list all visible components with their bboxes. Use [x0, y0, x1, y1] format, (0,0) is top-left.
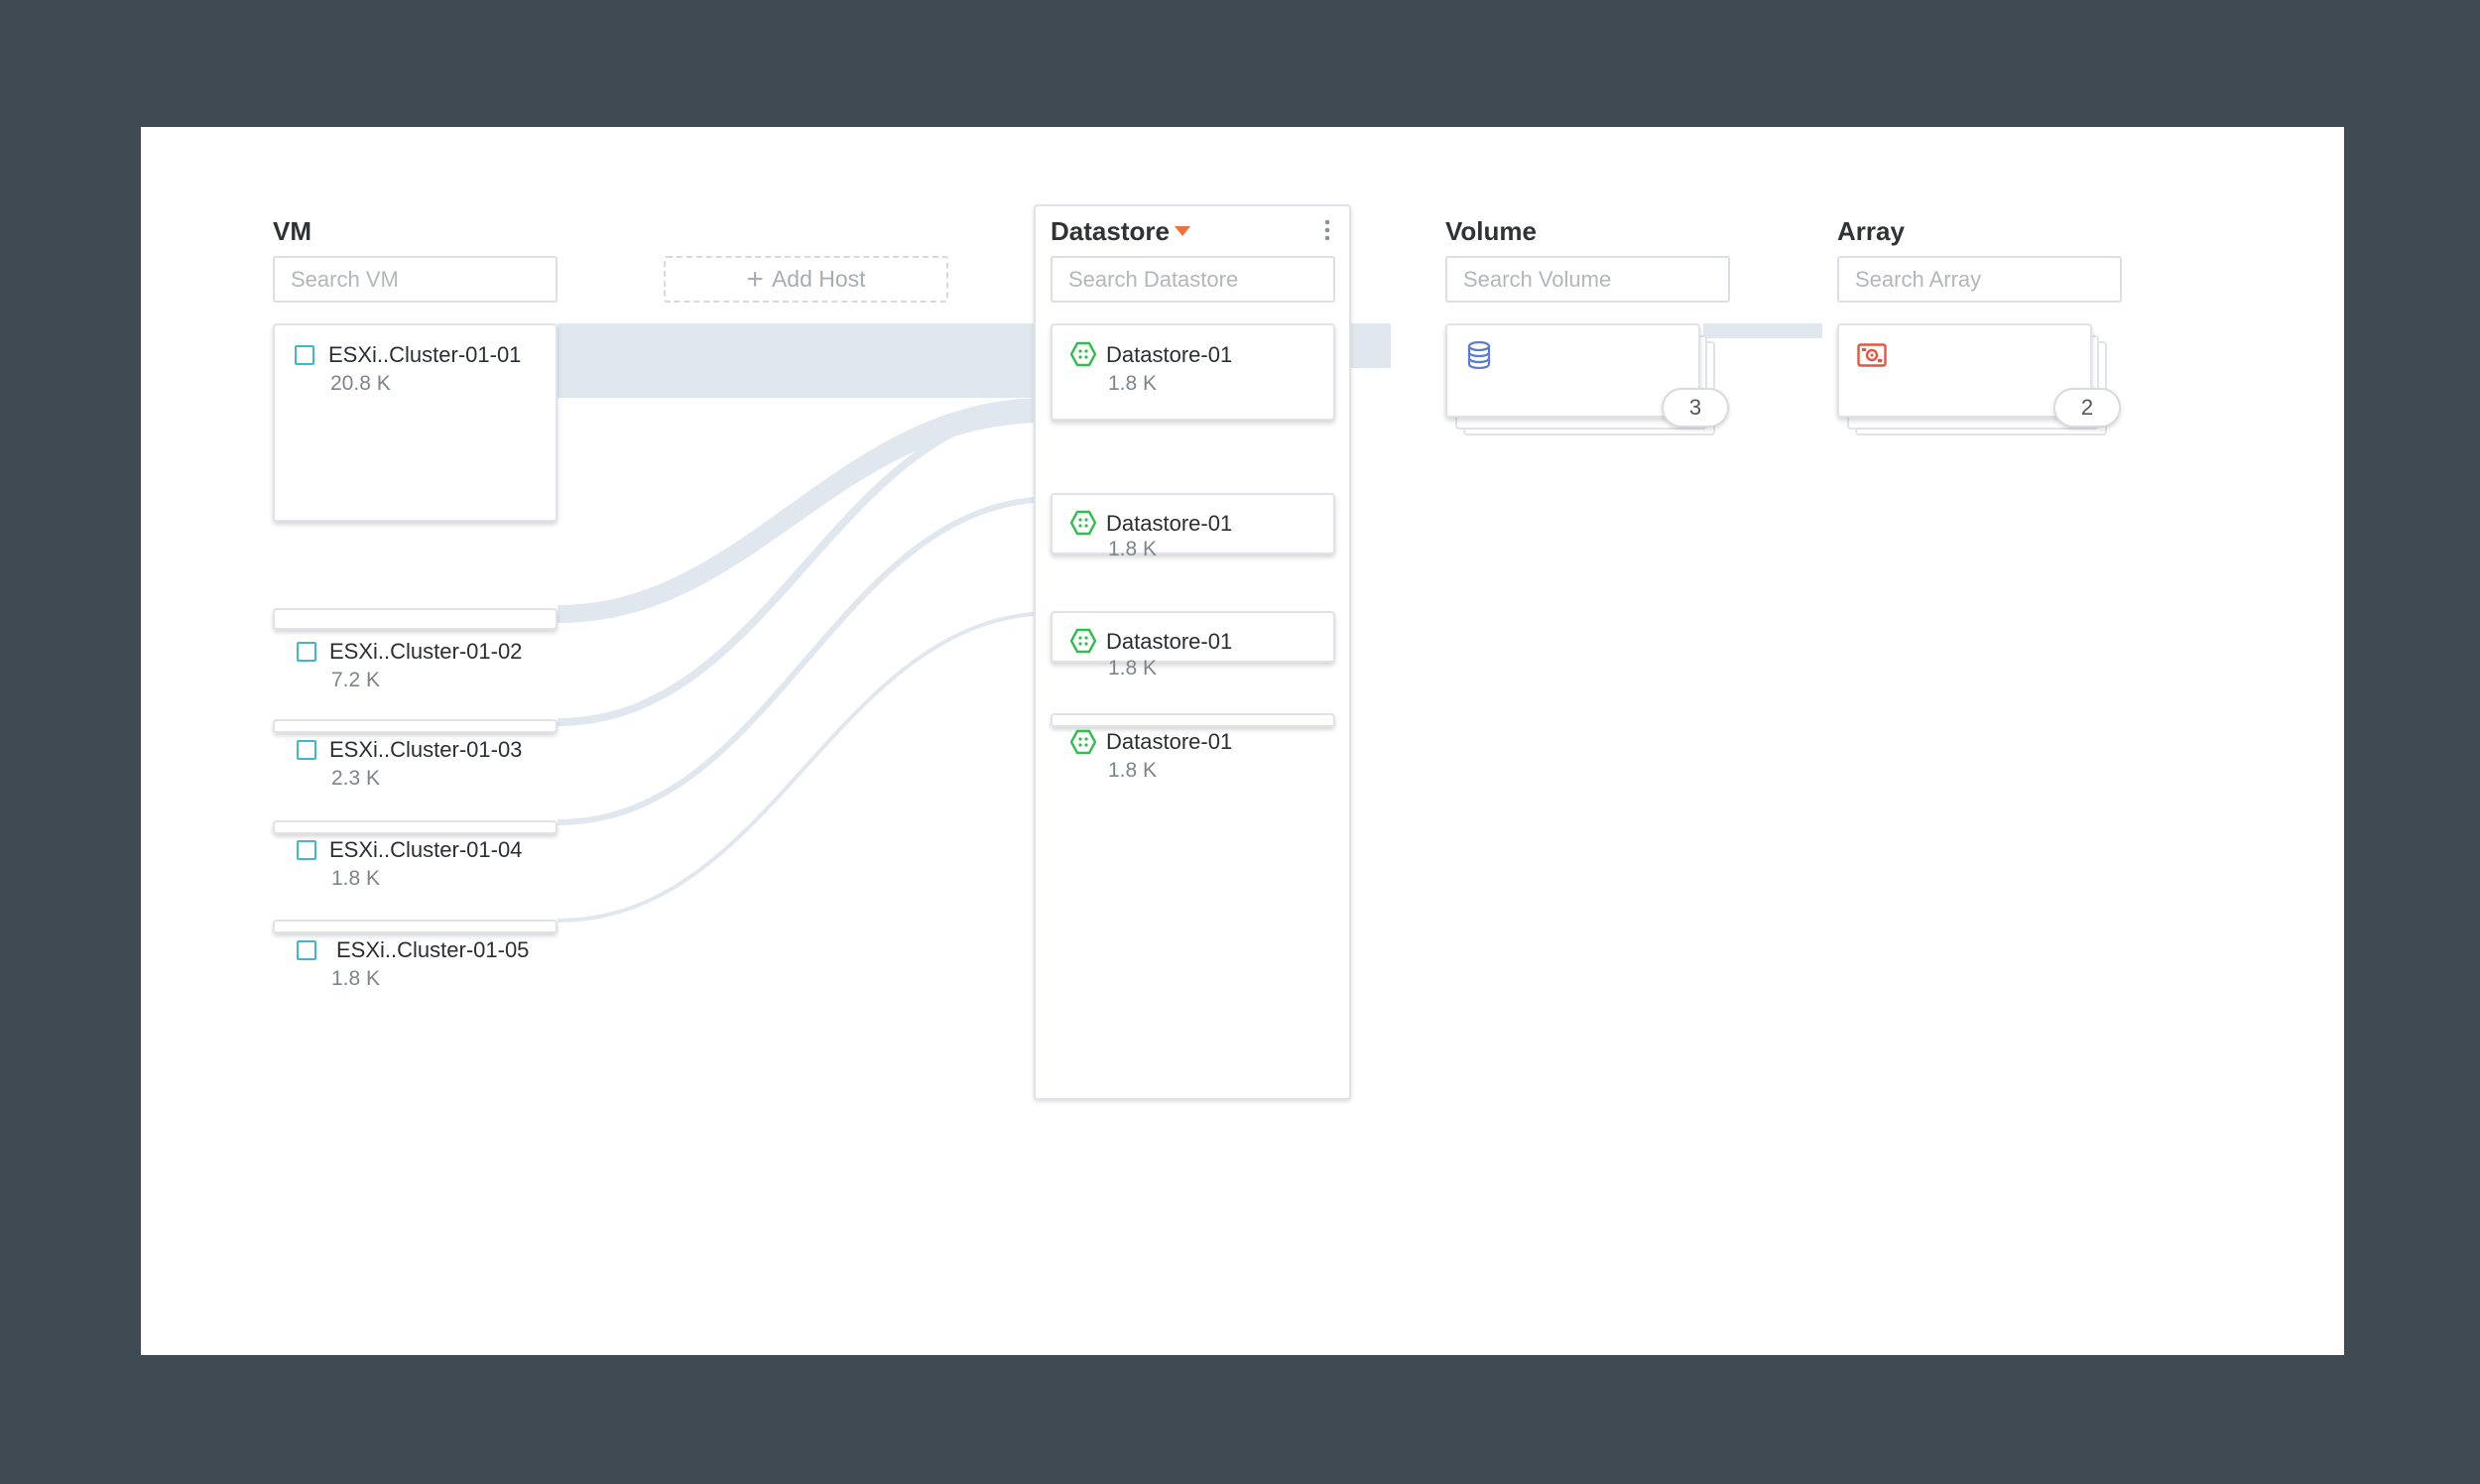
datastore-bar [1051, 713, 1335, 727]
datastore-icon [1070, 510, 1096, 536]
vm-bar [273, 920, 558, 933]
database-icon [1467, 341, 1491, 369]
datastore-value: 1.8 K [1108, 538, 1158, 560]
search-datastore-input[interactable] [1051, 256, 1335, 303]
datastore-icon [1070, 729, 1096, 755]
vm-bar [273, 820, 558, 834]
vm-name[interactable]: ESXi..Cluster-01-04 [329, 837, 522, 863]
vm-checkbox[interactable] [297, 740, 316, 760]
flow-vm01-datastore [558, 323, 1044, 398]
datastore-value: 1.8 K [1108, 372, 1158, 395]
flow-vm02-datastore [558, 398, 1044, 623]
flow-vm03-datastore [557, 404, 1054, 726]
datastore-value: 1.8 K [1108, 759, 1158, 782]
datastore-name: Datastore-01 [1106, 511, 1233, 536]
vm-checkbox[interactable] [295, 345, 314, 365]
vm-card-expanded[interactable]: ESXi..Cluster-01-01 20.8 K [273, 323, 558, 522]
vm-column-title: VM [273, 216, 311, 246]
vm-checkbox[interactable] [297, 642, 316, 662]
datastore-icon [1070, 628, 1096, 654]
datastore-column-title: Datastore [1051, 216, 1170, 246]
vm-value: 1.8 K [331, 967, 381, 990]
datastore-icon [1070, 341, 1096, 367]
datastore-card[interactable]: Datastore-01 1.8 K [1051, 323, 1335, 421]
vm-checkbox[interactable] [297, 840, 316, 860]
array-column-title: Array [1837, 216, 1905, 246]
more-vertical-icon[interactable] [1323, 218, 1331, 242]
datastore-value: 1.8 K [1108, 657, 1158, 680]
datastore-name: Datastore-01 [1106, 629, 1233, 654]
search-volume-input[interactable] [1445, 256, 1730, 303]
vm-value: 1.8 K [331, 867, 381, 890]
vm-name: ESXi..Cluster-01-01 [328, 342, 522, 367]
search-vm-input[interactable] [273, 256, 558, 303]
storage-array-icon [1857, 343, 1887, 367]
add-host-label: Add Host [771, 266, 866, 292]
search-array-input[interactable] [1837, 256, 2122, 303]
flow-volume-array [1703, 323, 1822, 338]
topology-canvas: VM + Add Host ESXi..Cluster-01-01 20.8 K… [141, 127, 2344, 1355]
flow-lines [557, 404, 1054, 923]
add-host-button[interactable]: + Add Host [664, 256, 948, 303]
array-count-badge[interactable]: 2 [2053, 388, 2121, 428]
vm-name[interactable]: ESXi..Cluster-01-02 [329, 639, 522, 665]
vm-name[interactable]: ESXi..Cluster-01-03 [329, 737, 522, 763]
datastore-card[interactable]: Datastore-01 [1051, 611, 1335, 663]
vm-name[interactable]: ESXi..Cluster-01-05 [336, 937, 529, 963]
vm-value: 7.2 K [331, 669, 381, 691]
volume-count-badge[interactable]: 3 [1662, 388, 1729, 428]
datastore-name: Datastore-01 [1106, 342, 1233, 367]
datastore-card[interactable]: Datastore-01 [1051, 493, 1335, 555]
vm-value: 2.3 K [331, 767, 381, 790]
vm-bar [273, 719, 558, 733]
vm-value: 20.8 K [330, 372, 391, 395]
vm-bar [273, 608, 558, 630]
datastore-name[interactable]: Datastore-01 [1106, 729, 1232, 755]
vm-checkbox[interactable] [297, 940, 316, 960]
caret-down-icon[interactable] [1174, 225, 1191, 237]
plus-icon: + [746, 262, 764, 296]
volume-column-title: Volume [1445, 216, 1537, 246]
flow-vm04-datastore [557, 496, 1054, 825]
